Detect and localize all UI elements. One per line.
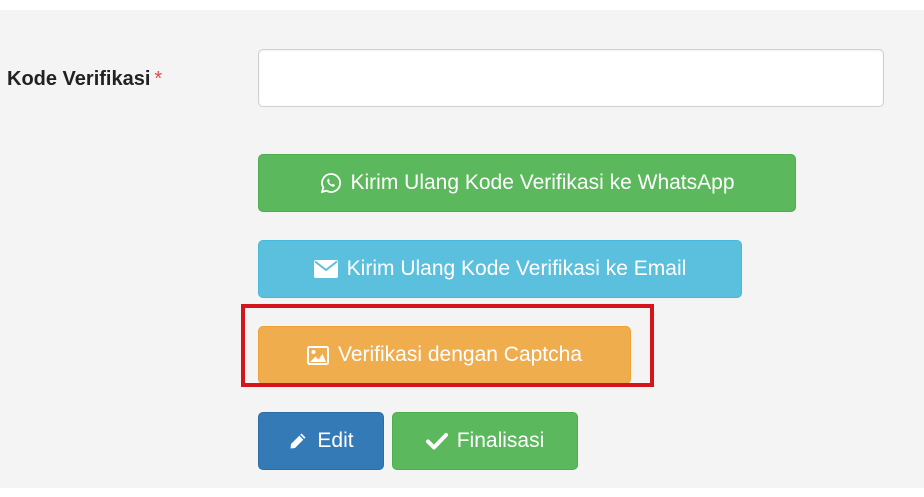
verification-code-input[interactable] (258, 49, 884, 107)
resend-email-label: Kirim Ulang Kode Verifikasi ke Email (346, 257, 687, 280)
edit-button[interactable]: Edit (258, 412, 384, 470)
finalize-button[interactable]: Finalisasi (392, 412, 578, 470)
resend-whatsapp-button[interactable]: Kirim Ulang Kode Verifikasi ke WhatsApp (258, 154, 796, 212)
whatsapp-icon (320, 172, 342, 194)
required-marker: * (154, 68, 163, 90)
captcha-highlight-box (241, 304, 654, 387)
verification-code-label: Kode Verifikasi * (7, 68, 162, 91)
edit-label: Edit (317, 429, 354, 452)
resend-email-button[interactable]: Kirim Ulang Kode Verifikasi ke Email (258, 240, 742, 298)
resend-whatsapp-label: Kirim Ulang Kode Verifikasi ke WhatsApp (350, 171, 735, 194)
finalize-label: Finalisasi (456, 429, 545, 452)
form-panel: Kode Verifikasi * Kirim Ulang Kode Verifi… (0, 10, 924, 488)
check-icon (425, 432, 448, 450)
pencil-icon (288, 431, 308, 451)
envelope-icon (313, 260, 338, 278)
verification-code-label-text: Kode Verifikasi (7, 68, 151, 90)
